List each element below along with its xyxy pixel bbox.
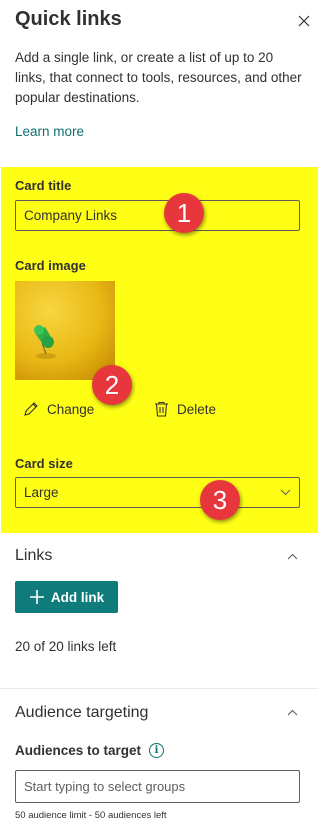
links-left-count: 20 of 20 links left — [15, 639, 117, 654]
audience-input-placeholder: Start typing to select groups — [24, 779, 186, 794]
links-section-title: Links — [15, 547, 53, 564]
close-icon — [298, 15, 310, 27]
callout-badge-1: 1 — [164, 193, 204, 233]
panel-title: Quick links — [15, 8, 122, 30]
chevron-down-icon — [280, 489, 291, 496]
trash-icon — [155, 401, 168, 417]
audiences-label: Audiences to target i — [15, 743, 165, 758]
chevron-up-icon — [287, 553, 297, 559]
delete-image-button[interactable]: Delete — [154, 401, 216, 417]
add-link-button[interactable]: Add link — [15, 581, 118, 613]
chevron-up-icon — [287, 709, 297, 715]
learn-more-link[interactable]: Learn more — [15, 124, 84, 139]
audience-search-input[interactable]: Start typing to select groups — [15, 770, 300, 803]
audience-section-title: Audience targeting — [15, 704, 149, 721]
delete-label: Delete — [177, 401, 217, 417]
card-title-label: Card title — [15, 178, 72, 193]
audience-collapse-button[interactable] — [284, 704, 300, 720]
info-icon[interactable]: i — [149, 743, 165, 758]
audiences-label-text: Audiences to target — [15, 743, 142, 758]
quick-links-panel: Quick links Add a single link, or create… — [0, 0, 318, 830]
section-divider — [0, 688, 318, 689]
add-link-label: Add link — [50, 589, 105, 605]
pencil-icon — [24, 402, 38, 416]
change-label: Change — [47, 401, 95, 417]
card-title-value: Company Links — [24, 208, 118, 223]
links-collapse-button[interactable] — [284, 548, 300, 564]
audience-limit-text: 50 audience limit - 50 audiences left — [15, 810, 167, 821]
change-image-button[interactable]: Change — [23, 401, 94, 417]
panel-description: Add a single link, or create a list of u… — [15, 50, 302, 105]
card-image-thumbnail — [15, 281, 115, 380]
close-button[interactable] — [294, 11, 314, 31]
callout-badge-3: 3 — [200, 480, 240, 520]
card-title-input[interactable]: Company Links — [15, 200, 300, 231]
card-size-label: Card size — [15, 456, 73, 471]
card-size-select[interactable]: Large — [15, 477, 300, 508]
callout-badge-2: 2 — [92, 365, 132, 405]
pushpin-image — [15, 281, 115, 380]
plus-icon — [29, 590, 44, 604]
card-size-value: Large — [24, 485, 59, 500]
card-image-label: Card image — [15, 258, 86, 273]
